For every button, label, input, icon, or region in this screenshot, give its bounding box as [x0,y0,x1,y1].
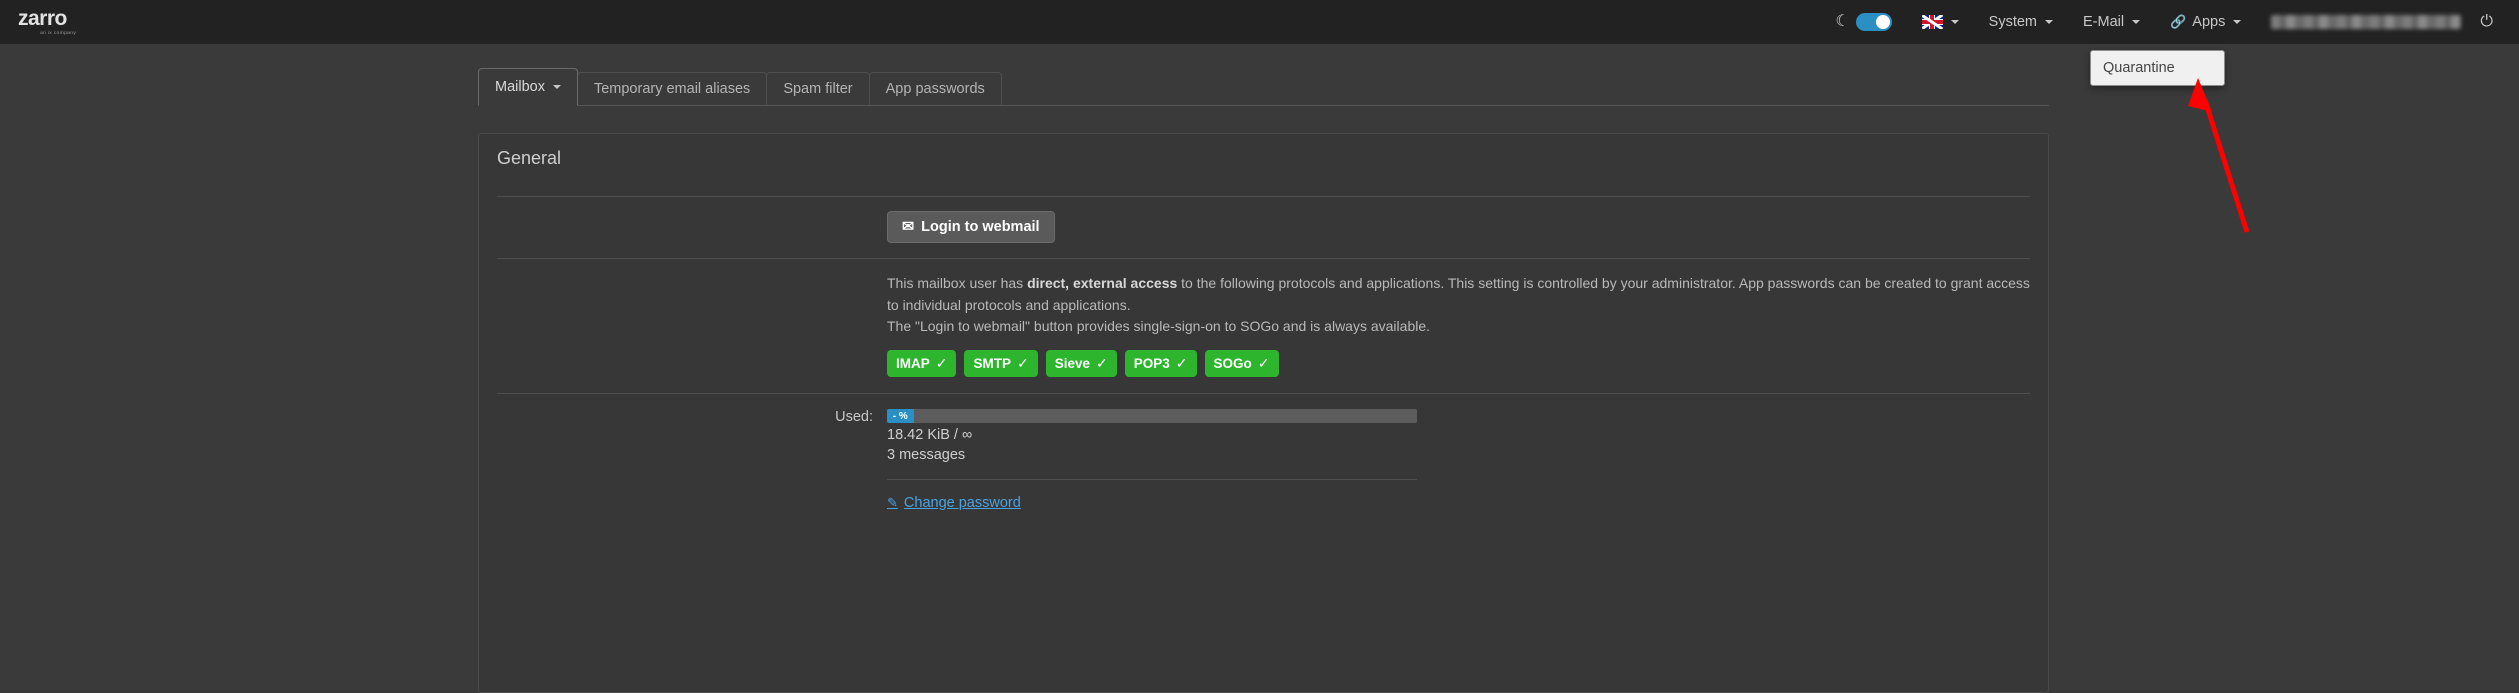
tab-spam-filter[interactable]: Spam filter [766,72,870,106]
tab-temporary-email-aliases[interactable]: Temporary email aliases [576,72,768,106]
tab-spam-filter-label: Spam filter [783,81,853,97]
protocol-badge-sogo-label: SOGo [1213,356,1252,372]
tab-mailbox[interactable]: Mailbox [478,68,578,106]
protocol-badge-sieve: Sieve ✓ [1045,350,1117,378]
chevron-down-icon [2233,20,2242,24]
webmail-row-field: ✉ Login to webmail [887,211,2030,243]
check-icon: ✓ [935,355,948,372]
nav-item-email-label: E-Mail [2083,14,2125,30]
check-icon: ✓ [1096,355,1108,372]
usage-field: - % 18.42 KiB / ∞ 3 messages [887,409,2030,463]
tab-bar-divider [478,105,2049,106]
protocol-badge-list: IMAP ✓ SMTP ✓ Sieve ✓ POP3 ✓ SOGo ✓ [887,350,2030,378]
page-title: General [497,148,562,168]
change-password-row: ✎ Change password [497,480,2030,512]
user-account-menu[interactable] [2256,0,2476,44]
annotation-arrow [2188,78,2250,233]
chevron-down-icon [1950,20,1959,24]
quota-progress-bar: - % [887,409,1417,424]
chevron-down-icon [2132,20,2141,24]
quota-progress-wrap: - % [887,409,1417,424]
nav-item-apps-label: Apps [2192,14,2226,30]
brand-logo[interactable]: zarro an ix company [18,8,76,36]
check-icon: ✓ [1175,355,1188,372]
access-info-row: This mailbox user has direct, external a… [497,259,2030,378]
moon-icon: ☾ [1835,13,1850,30]
dark-mode-toggle[interactable] [1855,13,1892,31]
webmail-row-label [497,211,887,243]
usage-label: Used: [835,409,873,426]
uk-flag-icon [1921,15,1943,29]
change-password-field: ✎ Change password [887,494,2030,512]
tab-bar: Mailbox Temporary email aliases Spam fil… [478,68,1002,106]
username-redacted [2271,15,2462,29]
chevron-down-icon [552,85,561,89]
usage-row: Used: - % 18.42 KiB / ∞ 3 messages [497,394,2030,463]
nav-item-system-label: System [1988,14,2037,30]
check-icon: ✓ [1257,355,1270,372]
check-icon: ✓ [1017,355,1029,372]
access-info-label [497,273,887,377]
login-to-webmail-label: Login to webmail [921,219,1040,235]
toggle-knob [1875,15,1890,29]
protocol-badge-imap-label: IMAP [896,356,930,372]
nav-item-email[interactable]: E-Mail [2068,0,2155,44]
usage-messages-line: 3 messages [887,447,966,464]
tab-app-passwords[interactable]: App passwords [868,72,1002,106]
chevron-down-icon [2045,20,2053,24]
language-selector[interactable] [1907,0,1974,44]
general-panel: General ✉ Login to webmail This mailbox … [478,133,2049,693]
dark-mode-switcher[interactable]: ☾ [1820,0,1906,44]
access-info-field: This mailbox user has direct, external a… [887,273,2030,378]
change-password-label: Change password [903,495,1021,512]
pencil-icon: ✎ [887,495,898,511]
inbox-icon: ✉ [902,219,915,235]
webmail-row: ✉ Login to webmail [497,197,2030,243]
protocol-badge-pop3: POP3 ✓ [1124,350,1197,378]
general-panel-body: ✉ Login to webmail This mailbox user has… [479,169,2048,512]
tab-app-passwords-label: App passwords [885,81,985,97]
sso-info-paragraph: The "Login to webmail" button provides s… [887,318,1431,335]
link-icon: 🔗 [2170,14,2187,29]
power-icon: ⏻ [2480,13,2493,30]
top-navigation-bar: zarro an ix company ☾ System E-Mail 🔗 Ap… [0,0,2519,44]
nav-item-system[interactable]: System [1974,0,2068,44]
usage-size-line: 18.42 KiB / ∞ [887,427,973,444]
protocol-badge-pop3-label: POP3 [1133,356,1170,372]
login-to-webmail-button[interactable]: ✉ Login to webmail [887,211,1055,243]
protocol-badge-sieve-label: Sieve [1054,356,1091,372]
protocol-badge-imap: IMAP ✓ [887,350,957,378]
protocol-badge-smtp: SMTP ✓ [964,350,1038,378]
tab-temporary-email-aliases-label: Temporary email aliases [593,81,751,97]
logout-button[interactable]: ⏻ [2476,0,2503,44]
quota-progress-fill: - % [887,409,914,424]
top-nav-right-group: ☾ System E-Mail 🔗 Apps ⏻ [1820,0,2519,44]
brand-name: zarro [18,7,67,30]
change-password-link[interactable]: ✎ Change password [887,495,1021,511]
access-info-text-bold: direct, external access [1027,275,1178,291]
nav-item-apps[interactable]: 🔗 Apps [2155,0,2256,44]
tab-mailbox-label: Mailbox [495,79,545,95]
change-password-row-label [497,494,887,512]
access-info-paragraph: This mailbox user has direct, external a… [887,273,2030,316]
protocol-badge-sogo: SOGo ✓ [1204,350,1279,378]
protocol-badge-smtp-label: SMTP [973,356,1011,372]
access-info-text-pre: This mailbox user has [887,275,1028,291]
brand-subtitle: an ix company [40,30,77,36]
